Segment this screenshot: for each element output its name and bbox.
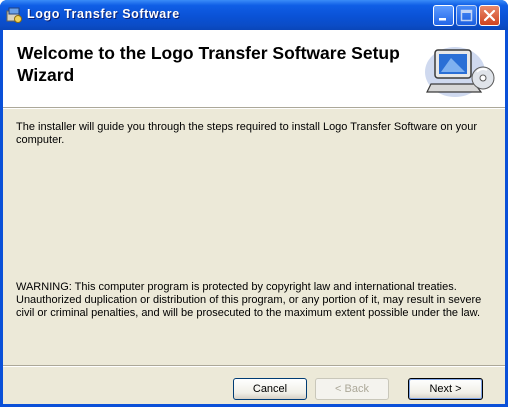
- window-title: Logo Transfer Software: [27, 7, 180, 21]
- minimize-button[interactable]: [433, 5, 454, 26]
- installer-app-icon: [6, 7, 22, 23]
- cancel-button[interactable]: Cancel: [233, 378, 307, 400]
- header-separator: [3, 107, 505, 109]
- close-icon: [483, 9, 496, 22]
- close-button[interactable]: [479, 5, 500, 26]
- intro-text: The installer will guide you through the…: [16, 121, 478, 146]
- next-button[interactable]: Next >: [408, 378, 483, 400]
- copyright-warning-text: WARNING: This computer program is protec…: [16, 281, 482, 319]
- title-bar[interactable]: Logo Transfer Software: [0, 0, 508, 30]
- dialog-client-area: Welcome to the Logo Transfer Software Se…: [3, 30, 505, 404]
- footer-separator: [3, 365, 505, 367]
- page-title: Welcome to the Logo Transfer Software Se…: [17, 43, 400, 85]
- maximize-icon: [460, 9, 473, 22]
- maximize-button[interactable]: [456, 5, 477, 26]
- wizard-header: Welcome to the Logo Transfer Software Se…: [3, 30, 505, 107]
- computer-disc-icon: [425, 47, 495, 97]
- minimize-icon: [439, 18, 446, 21]
- installer-window: Logo Transfer Software Welcome to the Lo…: [0, 0, 508, 407]
- back-button[interactable]: < Back: [315, 378, 389, 400]
